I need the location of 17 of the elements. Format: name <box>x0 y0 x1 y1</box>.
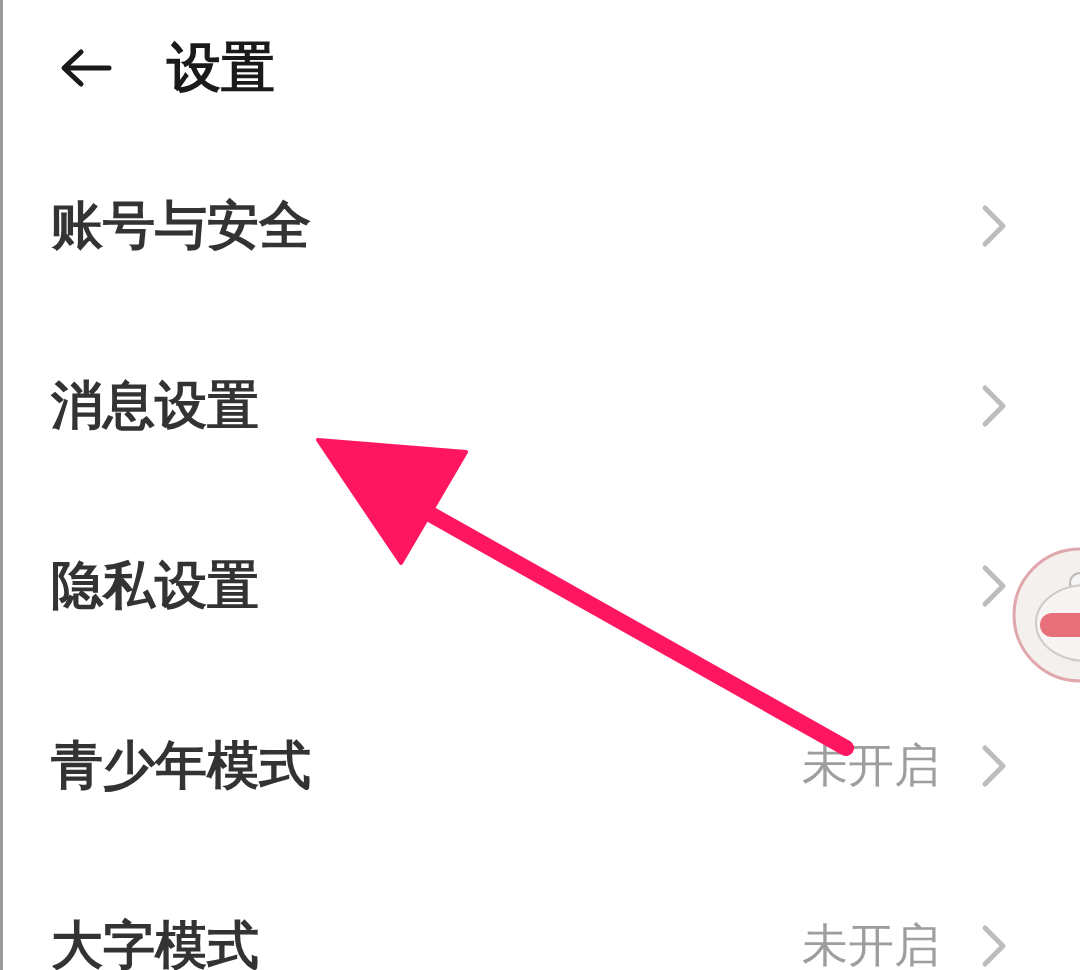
chevron-right-icon <box>980 744 1008 788</box>
item-label: 消息设置 <box>51 374 259 437</box>
settings-item[interactable]: 消息设置 <box>3 316 1012 496</box>
settings-item[interactable]: 账号与安全 <box>3 136 1012 316</box>
chevron-right-icon <box>980 564 1008 608</box>
item-value: 未开启 <box>802 737 940 794</box>
back-arrow-icon <box>59 48 113 88</box>
settings-item[interactable]: 青少年模式 未开启 <box>3 676 1012 856</box>
item-label: 青少年模式 <box>51 734 311 797</box>
page-title: 设置 <box>167 34 275 101</box>
chevron-right-icon <box>980 204 1008 248</box>
settings-item[interactable]: 隐私设置 <box>3 496 1012 676</box>
item-label: 隐私设置 <box>51 554 259 617</box>
item-label: 账号与安全 <box>51 194 311 257</box>
chevron-right-icon <box>980 384 1008 428</box>
item-value: 未开启 <box>802 917 940 970</box>
chevron-right-icon <box>980 924 1008 968</box>
